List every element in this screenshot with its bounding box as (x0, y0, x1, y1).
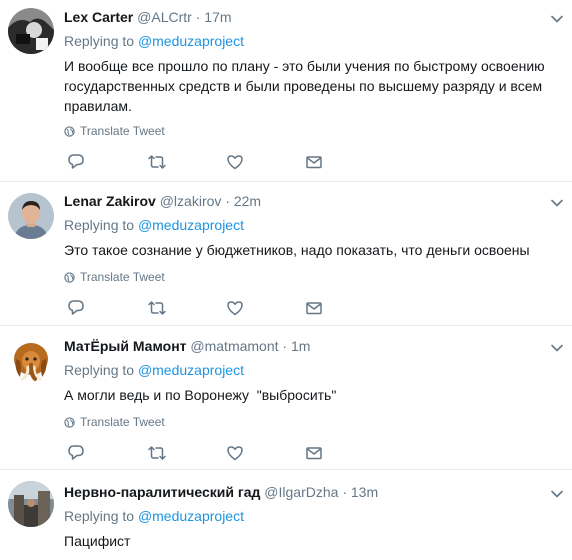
separator: · (342, 484, 347, 500)
display-name[interactable]: Lenar Zakirov (64, 193, 156, 209)
globe-icon (64, 416, 75, 428)
tweet-text: Пацифист (64, 533, 131, 549)
chevron-down-icon[interactable] (550, 341, 564, 355)
translate-link[interactable]: Translate Tweet (64, 270, 165, 284)
translate-label: Translate Tweet (80, 270, 165, 284)
display-name[interactable]: МатЁрый Мамонт (64, 338, 187, 354)
avatar[interactable] (8, 337, 54, 383)
tweet-header: МатЁрый Мамонт @matmamont · 1m (64, 338, 310, 354)
timestamp[interactable]: 22m (234, 193, 261, 209)
tweet[interactable]: Lenar Zakirov @lzakirov · 22m Replying t… (0, 183, 572, 326)
timestamp[interactable]: 17m (204, 9, 231, 25)
translate-link[interactable]: Translate Tweet (64, 124, 165, 138)
separator: · (195, 9, 201, 25)
user-handle[interactable]: @IlgarDzha (264, 484, 338, 500)
tweet-header: Lex Carter @ALCrtr · 17m (64, 9, 232, 25)
retweet-icon[interactable] (147, 443, 167, 463)
replying-prefix: Replying to (64, 362, 135, 378)
retweet-icon[interactable] (147, 152, 167, 172)
separator: · (282, 338, 288, 354)
replying-to: Replying to @meduzaproject (64, 33, 244, 49)
replying-prefix: Replying to (64, 508, 135, 524)
heart-icon[interactable] (225, 152, 245, 172)
chevron-down-icon[interactable] (550, 196, 564, 210)
heart-icon[interactable] (225, 298, 245, 318)
user-handle[interactable]: @matmamont (190, 338, 278, 354)
tweet-text: Это такое сознание у бюджетников, надо п… (64, 242, 530, 258)
replying-prefix: Replying to (64, 217, 135, 233)
timestamp[interactable]: 1m (291, 338, 310, 354)
chevron-down-icon[interactable] (550, 487, 564, 501)
mention-link[interactable]: @meduzaproject (138, 33, 244, 49)
avatar[interactable] (8, 193, 54, 239)
translate-link[interactable]: Translate Tweet (64, 415, 165, 429)
globe-icon (64, 271, 75, 283)
chevron-down-icon[interactable] (550, 12, 564, 26)
mention-link[interactable]: @meduzaproject (138, 362, 244, 378)
display-name[interactable]: Lex Carter (64, 9, 133, 25)
globe-icon (64, 125, 75, 137)
user-handle[interactable]: @lzakirov (160, 193, 222, 209)
tweet[interactable]: Нервно-паралитический гад @IlgarDzha · 1… (0, 471, 572, 560)
reply-icon[interactable] (66, 298, 86, 318)
translate-label: Translate Tweet (80, 124, 165, 138)
reply-icon[interactable] (66, 443, 86, 463)
heart-icon[interactable] (225, 443, 245, 463)
tweet-text: И вообще все прошло по плану - это были … (64, 58, 545, 114)
replying-to: Replying to @meduzaproject (64, 508, 244, 524)
envelope-icon[interactable] (304, 152, 324, 172)
tweet[interactable]: МатЁрый Мамонт @matmamont · 1m Replying … (0, 327, 572, 470)
user-handle[interactable]: @ALCrtr (137, 9, 192, 25)
tweet-header: Нервно-паралитический гад @IlgarDzha · 1… (64, 484, 378, 500)
avatar[interactable] (8, 8, 54, 54)
replying-to: Replying to @meduzaproject (64, 217, 244, 233)
reply-icon[interactable] (66, 152, 86, 172)
timestamp[interactable]: 13m (351, 484, 378, 500)
envelope-icon[interactable] (304, 298, 324, 318)
separator: · (225, 193, 230, 209)
tweet-header: Lenar Zakirov @lzakirov · 22m (64, 193, 261, 209)
replying-prefix: Replying to (64, 33, 135, 49)
display-name[interactable]: Нервно-паралитический гад (64, 484, 260, 500)
translate-label: Translate Tweet (80, 415, 165, 429)
retweet-icon[interactable] (147, 298, 167, 318)
mention-link[interactable]: @meduzaproject (138, 508, 244, 524)
tweet-text: А могли ведь и по Воронежу "выбросить" (64, 387, 337, 403)
tweet[interactable]: Lex Carter @ALCrtr · 17m Replying to @me… (0, 0, 572, 182)
envelope-icon[interactable] (304, 443, 324, 463)
mention-link[interactable]: @meduzaproject (138, 217, 244, 233)
avatar[interactable] (8, 481, 54, 527)
replying-to: Replying to @meduzaproject (64, 362, 244, 378)
